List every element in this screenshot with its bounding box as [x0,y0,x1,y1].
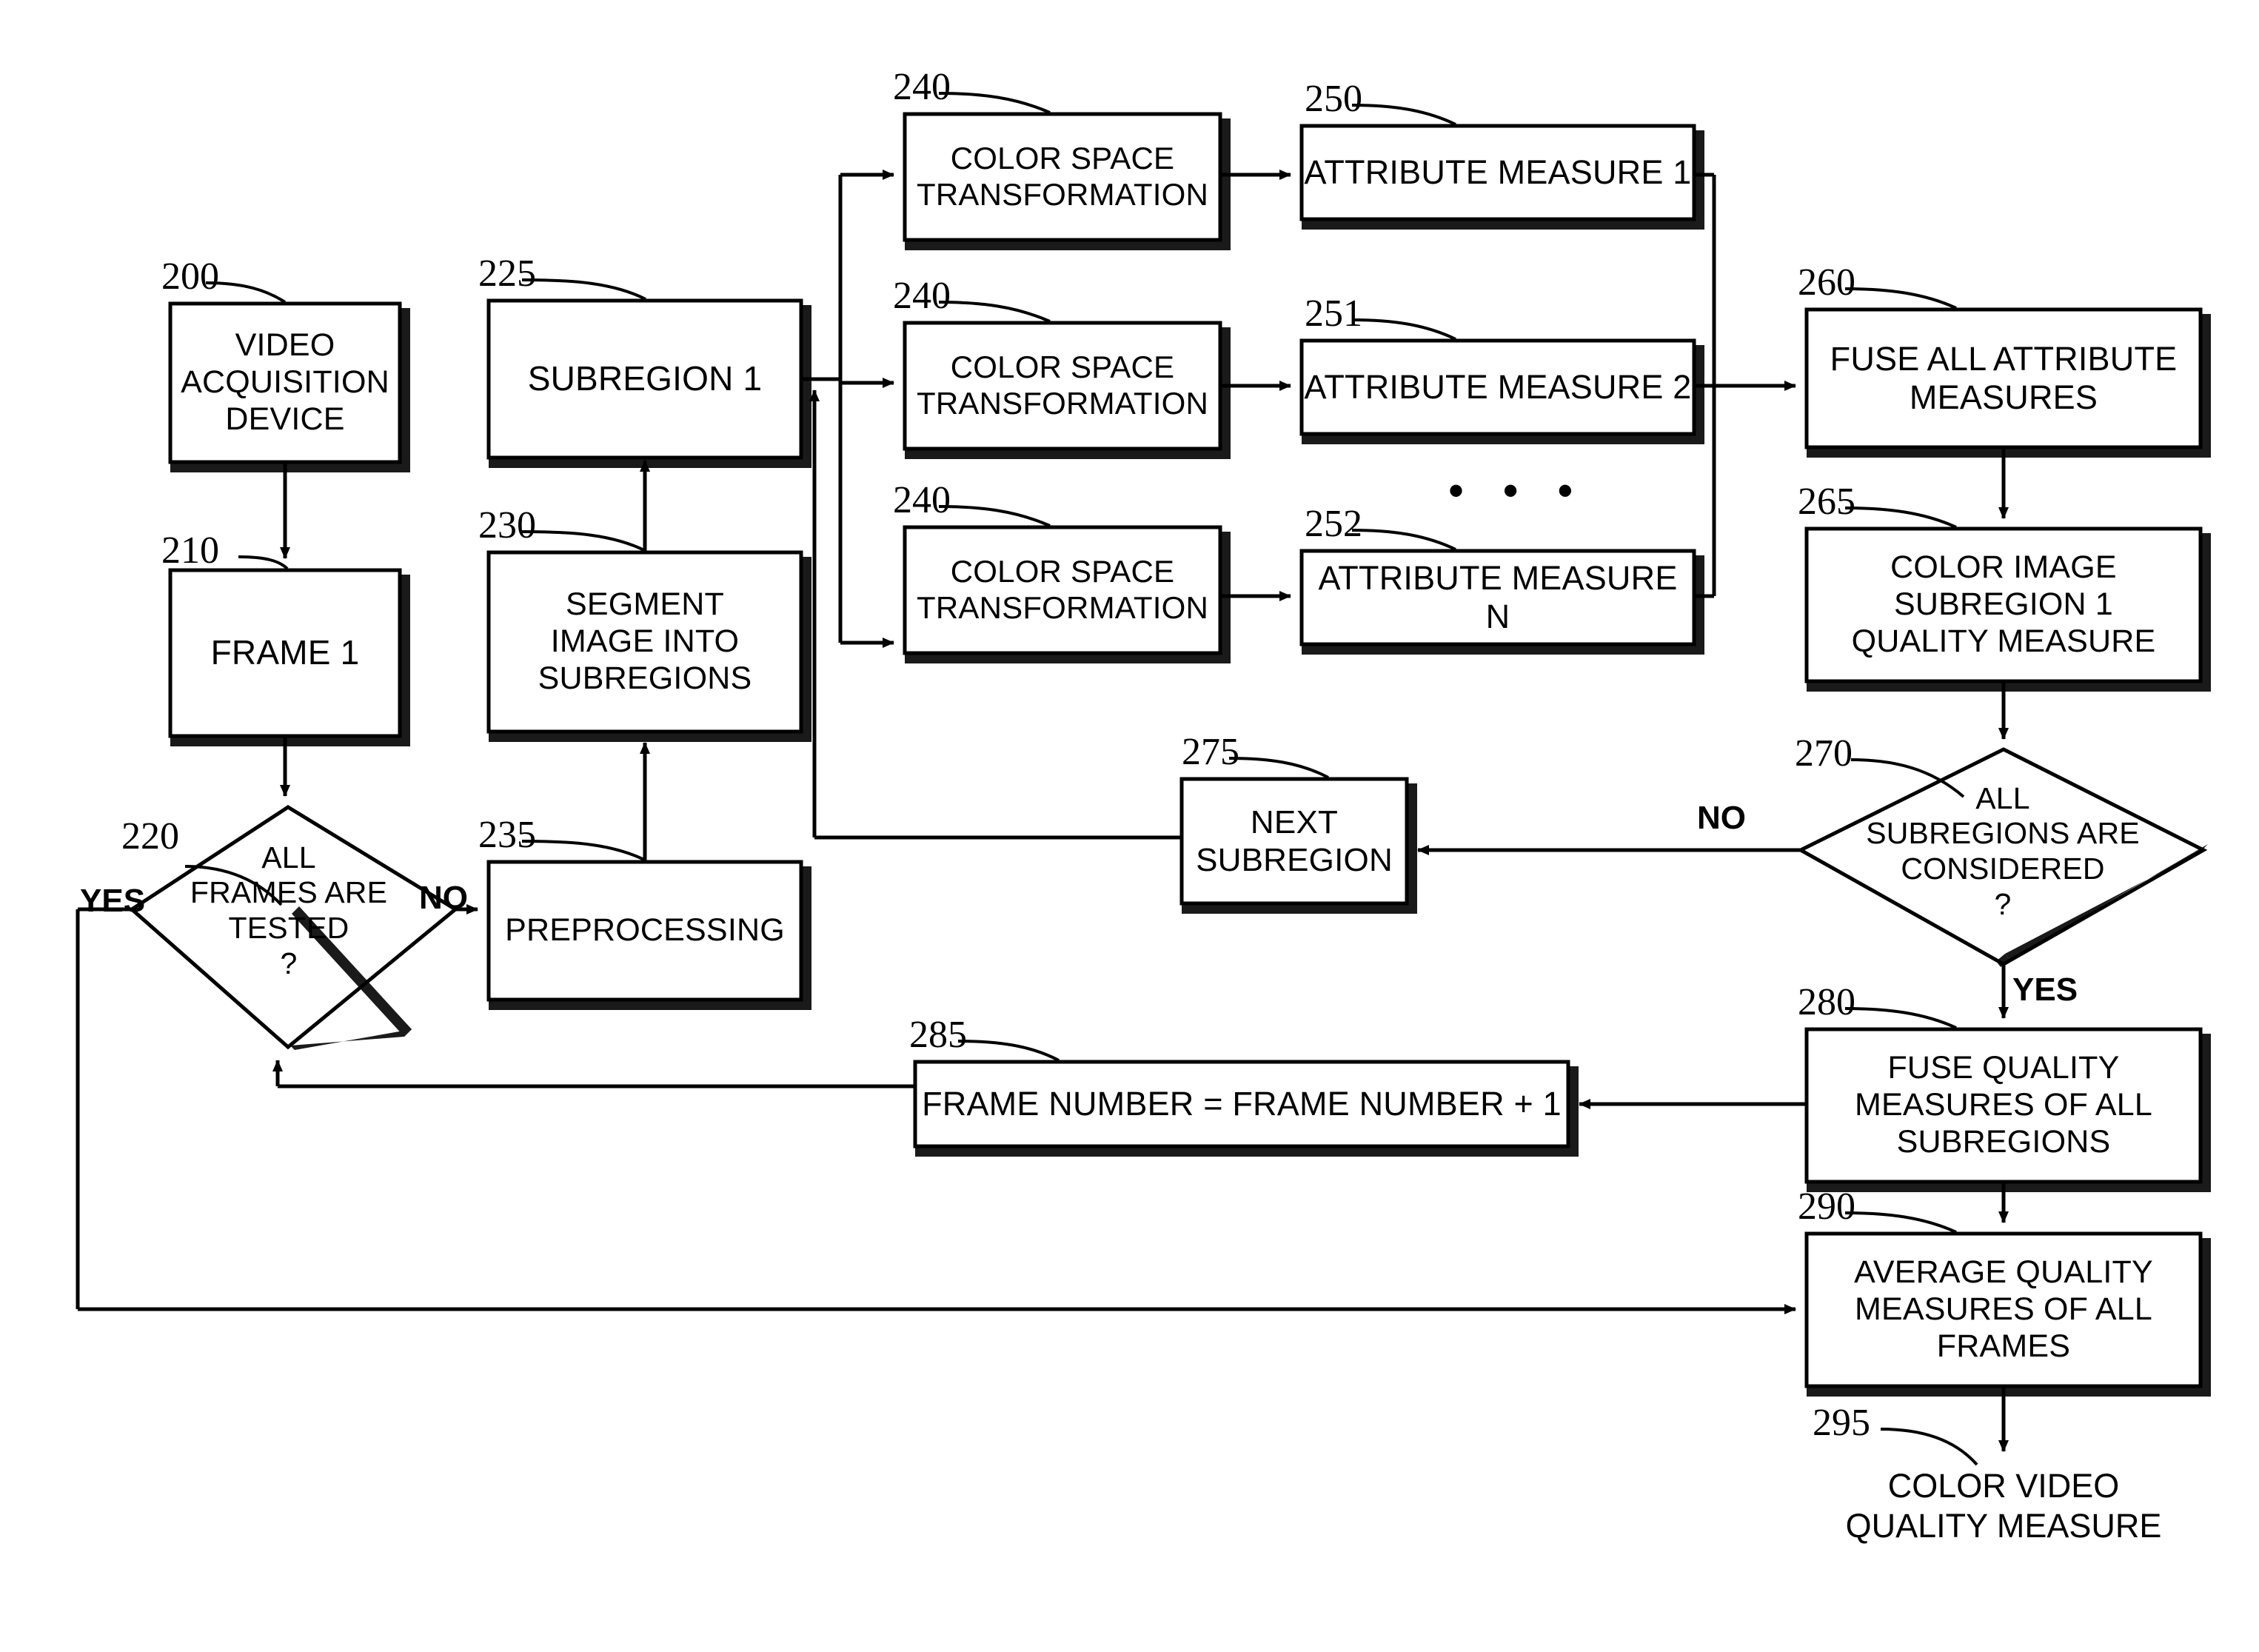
ref-numeral-252: 252 [1305,503,1362,545]
box-265 [1804,526,2203,683]
box-240c [903,525,1222,655]
flowchart-vector-layer [76,92,2211,1466]
ellipsis-more-attributes: • • • [1448,466,1587,515]
leader-290 [1844,1211,1957,1234]
leader-210 [238,555,289,570]
diamond-220 [128,805,459,1050]
ref-numeral-210: 210 [161,529,219,572]
box-235 [486,860,803,1002]
ref-numeral-240b: 240 [893,275,951,317]
ref-numeral-235: 235 [478,814,536,856]
box-210 [168,568,402,738]
leader-240c [938,505,1051,527]
leader-225 [521,278,646,301]
box-230 [486,550,803,734]
ref-numeral-240c: 240 [893,479,951,521]
ref-numeral-225: 225 [478,253,536,295]
ref-numeral-200: 200 [161,255,219,298]
box-280 [1804,1027,2203,1184]
ref-numeral-270: 270 [1795,732,1853,775]
ref-numeral-275: 275 [1182,731,1239,773]
leader-280 [1844,1007,1957,1029]
leader-252 [1351,529,1456,551]
box-251 [1299,338,1696,436]
edge-label-frames-yes: YES [80,883,146,919]
box-285 [913,1060,1570,1148]
leader-260 [1844,287,1957,310]
leader-275 [1228,757,1329,779]
leader-251 [1351,318,1456,341]
box-240a [903,112,1222,242]
leader-220 [184,865,283,906]
ref-numeral-240a: 240 [893,66,951,108]
ref-numeral-230: 230 [478,504,536,546]
ref-numeral-290: 290 [1798,1186,1855,1228]
leader-240b [938,301,1051,323]
box-200 [168,301,402,464]
box-225 [486,298,803,460]
box-275 [1179,777,1409,906]
flowchart-figure: VIDEO ACQUISITION DEVICE FRAME 1 ALL FRA… [0,0,2259,1652]
leader-295 [1880,1428,1978,1466]
box-260 [1804,307,2203,449]
leader-240a [938,92,1051,114]
edge-label-subregions-yes: YES [2012,972,2078,1008]
box-290 [1804,1231,2203,1388]
leader-265 [1844,506,1957,529]
box-240b [903,321,1222,451]
ref-numeral-220: 220 [121,815,179,857]
leader-250 [1351,104,1456,126]
ref-numeral-251: 251 [1305,292,1362,335]
ref-numeral-285: 285 [909,1014,967,1056]
diamond-270 [1796,747,2208,966]
box-250 [1299,124,1696,221]
ref-numeral-295: 295 [1813,1402,1870,1444]
ref-numeral-250: 250 [1305,78,1362,120]
node-label-295: COLOR VIDEO QUALITY MEASURE [1845,1467,2162,1545]
ref-numeral-265: 265 [1798,481,1855,523]
box-252 [1299,549,1696,646]
edge-label-subregions-no: NO [1697,800,1746,836]
ref-numeral-260: 260 [1798,261,1855,304]
leader-235 [521,840,646,862]
edge-label-frames-no: NO [419,880,468,916]
ref-numeral-280: 280 [1798,981,1855,1023]
leader-285 [957,1040,1060,1062]
leader-230 [521,530,646,552]
